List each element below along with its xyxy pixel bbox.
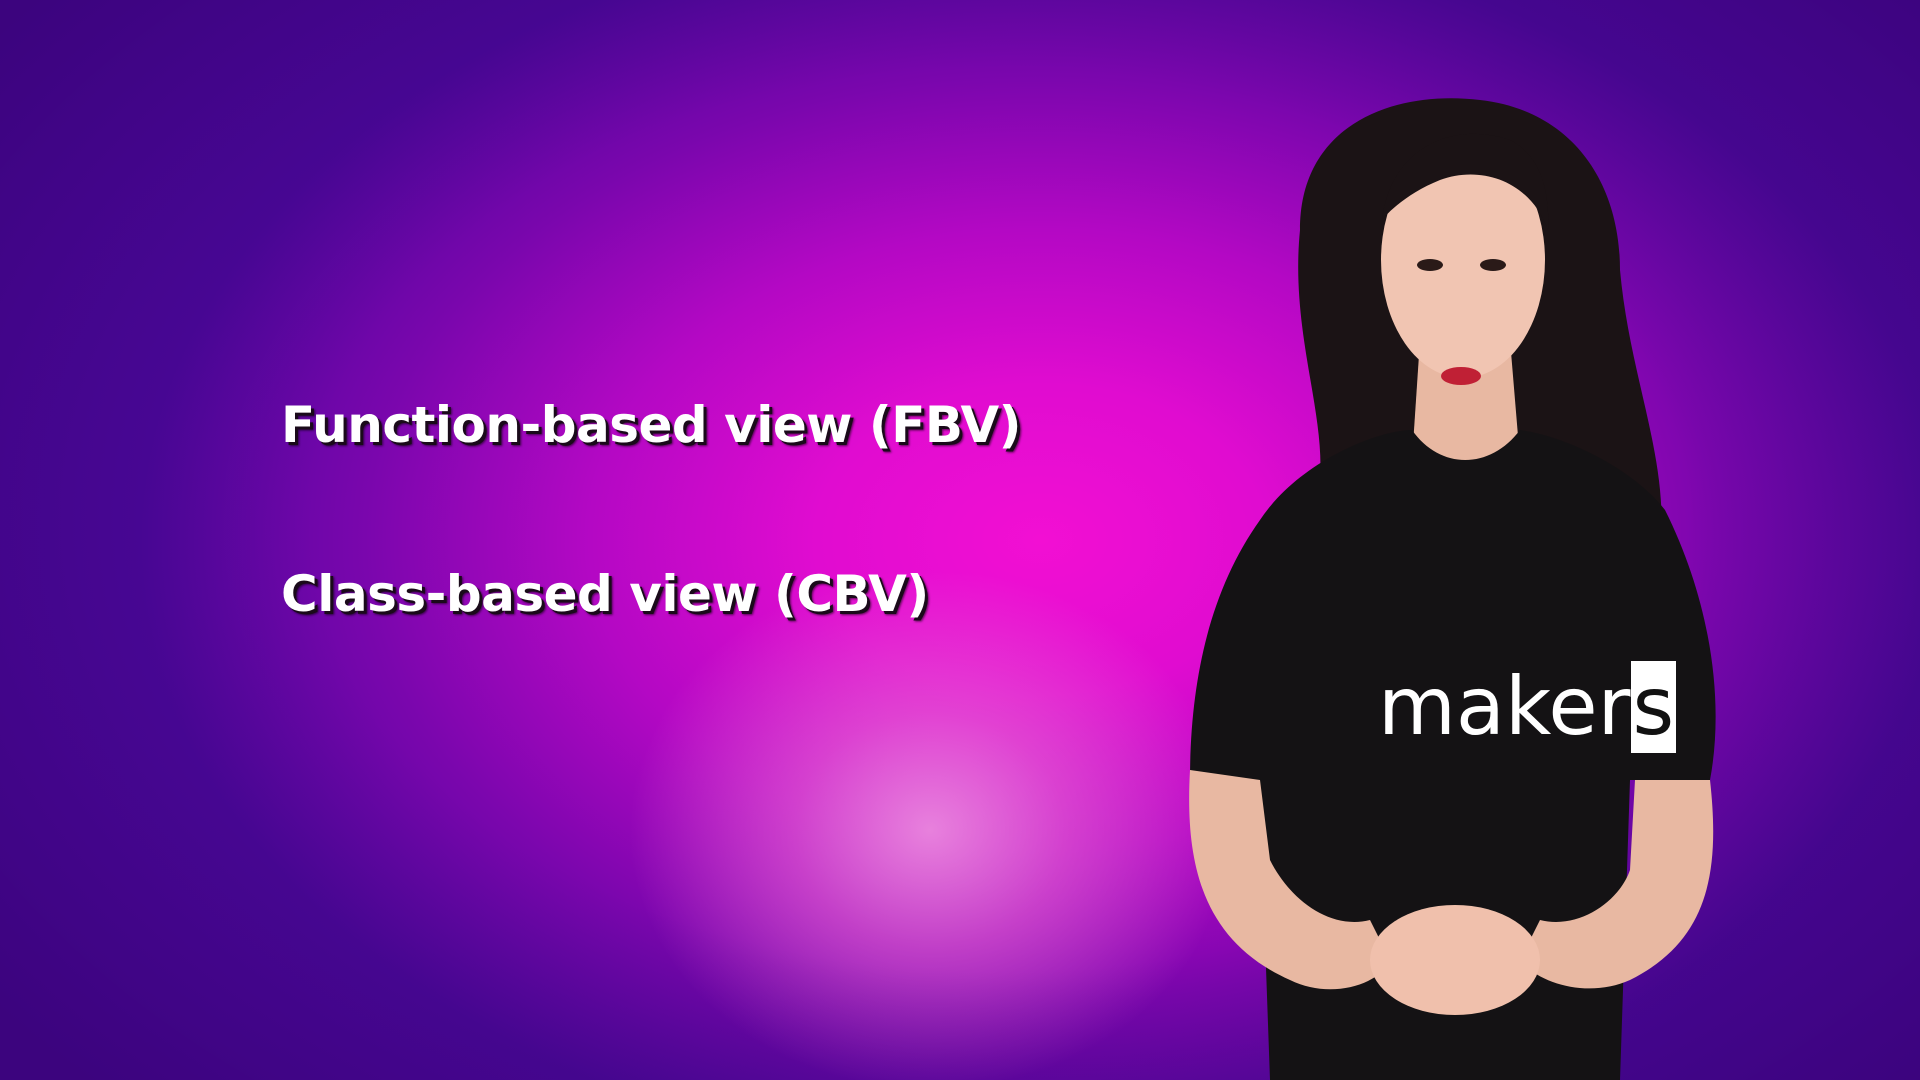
line-function-based-view: Function-based view (FBV) bbox=[281, 396, 1022, 454]
presenter bbox=[1150, 80, 1850, 1080]
shirt-logo-main: maker bbox=[1378, 660, 1631, 753]
video-frame: Function-based view (FBV) Class-based vi… bbox=[0, 0, 1920, 1080]
shirt-logo-last-letter: s bbox=[1630, 660, 1677, 753]
shirt-logo: makers bbox=[1378, 660, 1677, 753]
presenter-figure bbox=[1189, 98, 1716, 1080]
line-class-based-view: Class-based view (CBV) bbox=[281, 565, 929, 623]
